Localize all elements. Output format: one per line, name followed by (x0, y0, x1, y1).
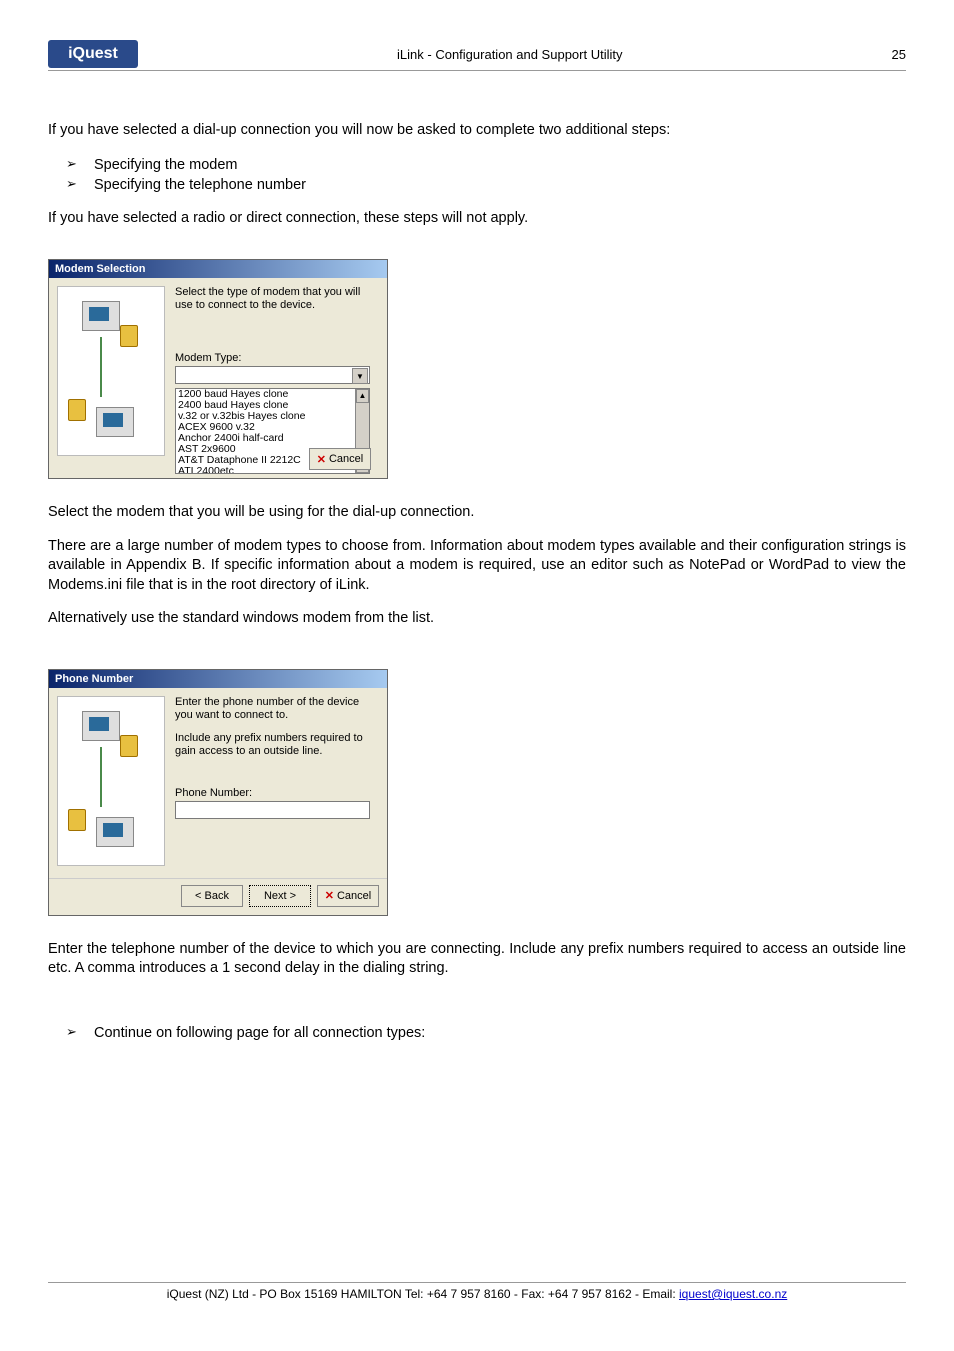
button-label: < Back (195, 890, 229, 902)
computer-icon (82, 301, 120, 331)
phone-icon (68, 809, 86, 831)
button-label: Cancel (329, 453, 363, 465)
cancel-button[interactable]: ✕ Cancel (309, 448, 371, 470)
dialog-instruction-2: Include any prefix numbers required to g… (175, 732, 379, 758)
list-item: Specifying the telephone number (66, 175, 906, 195)
paragraph: Alternatively use the standard windows m… (48, 609, 906, 629)
paragraph: Select the modem that you will be using … (48, 503, 906, 523)
footer-text: iQuest (NZ) Ltd - PO Box 15169 HAMILTON … (167, 1287, 679, 1301)
phone-icon (68, 399, 86, 421)
dialog-title: Phone Number (49, 670, 387, 688)
phone-icon (120, 325, 138, 347)
laptop-icon (96, 407, 134, 437)
page-footer: iQuest (NZ) Ltd - PO Box 15169 HAMILTON … (48, 1282, 906, 1301)
intro-bullet-list: Specifying the modem Specifying the tele… (66, 155, 906, 196)
page-number: 25 (872, 47, 906, 62)
phone-number-input[interactable] (175, 801, 370, 819)
connection-arrow-icon (100, 337, 102, 397)
dialog-title: Modem Selection (49, 260, 387, 278)
header-title: iLink - Configuration and Support Utilit… (148, 47, 872, 62)
dialog-instruction: Select the type of modem that you will u… (175, 286, 379, 312)
dialog-instruction: Enter the phone number of the device you… (175, 696, 379, 722)
continue-bullet-list: Continue on following page for all conne… (66, 1023, 906, 1043)
close-icon: ✕ (317, 453, 326, 466)
list-item: Specifying the modem (66, 155, 906, 175)
paragraph: Enter the telephone number of the device… (48, 940, 906, 979)
back-button[interactable]: < Back (181, 885, 243, 907)
modem-type-label: Modem Type: (175, 352, 379, 364)
phone-number-dialog: Phone Number Enter the phone number of t… (48, 669, 388, 916)
wizard-image-panel (57, 286, 165, 456)
footer-email-link[interactable]: iquest@iquest.co.nz (679, 1287, 787, 1301)
logo: iQuest (48, 40, 138, 68)
phone-icon (120, 735, 138, 757)
phone-number-label: Phone Number: (175, 787, 379, 799)
modem-selection-dialog: Modem Selection Select the type of modem… (48, 259, 388, 479)
computer-icon (82, 711, 120, 741)
intro-text: If you have selected a dial-up connectio… (48, 121, 906, 141)
connection-arrow-icon (100, 747, 102, 807)
paragraph: There are a large number of modem types … (48, 537, 906, 596)
page-header: iQuest iLink - Configuration and Support… (48, 40, 906, 71)
laptop-icon (96, 817, 134, 847)
button-label: Cancel (337, 890, 371, 902)
list-item: Continue on following page for all conne… (66, 1023, 906, 1043)
modem-type-combobox[interactable] (175, 366, 370, 384)
cancel-button[interactable]: ✕ Cancel (317, 885, 379, 907)
button-label: Next > (264, 890, 296, 902)
next-button[interactable]: Next > (249, 885, 311, 907)
wizard-image-panel (57, 696, 165, 866)
intro-text-2: If you have selected a radio or direct c… (48, 209, 906, 229)
close-icon: ✕ (325, 889, 334, 902)
